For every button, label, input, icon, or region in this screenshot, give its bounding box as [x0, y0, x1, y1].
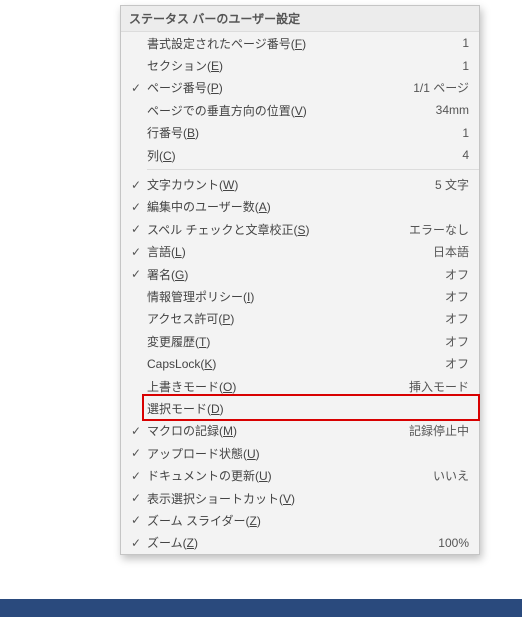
app-footer-stripe [0, 599, 522, 617]
menu-item-value: オフ [445, 355, 469, 372]
menu-item-label: ズーム スライダー(Z) [147, 512, 469, 529]
menu-item[interactable]: ✓アップロード状態(U) [121, 442, 479, 464]
menu-item[interactable]: ✓ドキュメントの更新(U)いいえ [121, 464, 479, 486]
check-icon: ✓ [125, 424, 147, 438]
menu-item[interactable]: ✓言語(L)日本語 [121, 241, 479, 263]
menu-item-label: 行番号(B) [147, 124, 462, 141]
menu-item-value: オフ [445, 310, 469, 327]
menu-item[interactable]: ✓編集中のユーザー数(A) [121, 196, 479, 218]
menu-item-label: アクセス許可(P) [147, 310, 445, 327]
menu-item-label: ドキュメントの更新(U) [147, 467, 433, 484]
menu-item-label: 署名(G) [147, 266, 445, 283]
menu-title: ステータス バーのユーザー設定 [121, 6, 479, 32]
menu-item-value: いいえ [433, 467, 469, 484]
check-icon: ✓ [125, 536, 147, 550]
menu-item[interactable]: 変更履歴(T)オフ [121, 330, 479, 352]
menu-item-label: 情報管理ポリシー(I) [147, 288, 445, 305]
menu-item-label: 上書きモード(O) [147, 378, 409, 395]
menu-item[interactable]: ✓スペル チェックと文章校正(S)エラーなし [121, 218, 479, 240]
menu-item-value: オフ [445, 266, 469, 283]
menu-item-label: 選択モード(D) [147, 400, 469, 417]
menu-item[interactable]: 列(C)4 [121, 144, 479, 166]
menu-item-label: ページ番号(P) [147, 79, 413, 96]
menu-item[interactable]: ✓ズーム スライダー(Z) [121, 509, 479, 531]
menu-item-label: 変更履歴(T) [147, 333, 445, 350]
check-icon: ✓ [125, 446, 147, 460]
menu-item-label: 書式設定されたページ番号(F) [147, 35, 462, 52]
menu-item-label: セクション(E) [147, 57, 462, 74]
menu-item[interactable]: 上書きモード(O)挿入モード [121, 375, 479, 397]
menu-item-value: 挿入モード [409, 378, 469, 395]
menu-item[interactable]: 選択モード(D) [121, 397, 479, 419]
menu-item-label: 列(C) [147, 147, 462, 164]
menu-item-value: 100% [438, 536, 469, 550]
menu-item-value: 日本語 [433, 243, 469, 260]
statusbar-customize-menu: ステータス バーのユーザー設定 書式設定されたページ番号(F)1セクション(E)… [120, 5, 480, 555]
menu-item-value: 5 文字 [435, 176, 469, 193]
menu-item-value: 1/1 ページ [413, 79, 469, 96]
menu-item-label: 言語(L) [147, 243, 433, 260]
menu-separator [147, 169, 479, 170]
menu-item-value: 4 [462, 148, 469, 162]
menu-item[interactable]: CapsLock(K)オフ [121, 352, 479, 374]
check-icon: ✓ [125, 178, 147, 192]
menu-item-label: マクロの記録(M) [147, 422, 409, 439]
menu-item[interactable]: ✓表示選択ショートカット(V) [121, 487, 479, 509]
menu-item[interactable]: ✓ページ番号(P)1/1 ページ [121, 77, 479, 99]
check-icon: ✓ [125, 491, 147, 505]
menu-item-value: 1 [462, 36, 469, 50]
menu-item-value: オフ [445, 288, 469, 305]
menu-item-label: 文字カウント(W) [147, 176, 435, 193]
menu-item-label: CapsLock(K) [147, 357, 445, 371]
menu-item-value: 34mm [436, 103, 469, 117]
menu-item-value: 1 [462, 126, 469, 140]
check-icon: ✓ [125, 222, 147, 236]
menu-item-label: アップロード状態(U) [147, 445, 469, 462]
menu-item[interactable]: ページでの垂直方向の位置(V)34mm [121, 99, 479, 121]
menu-item[interactable]: ✓文字カウント(W)5 文字 [121, 173, 479, 195]
menu-item[interactable]: アクセス許可(P)オフ [121, 308, 479, 330]
check-icon: ✓ [125, 245, 147, 259]
check-icon: ✓ [125, 469, 147, 483]
menu-item-label: ズーム(Z) [147, 534, 438, 551]
menu-item-value: エラーなし [409, 221, 469, 238]
menu-item-label: ページでの垂直方向の位置(V) [147, 102, 436, 119]
menu-item-label: 編集中のユーザー数(A) [147, 198, 469, 215]
check-icon: ✓ [125, 513, 147, 527]
menu-item-value: オフ [445, 333, 469, 350]
menu-item[interactable]: ✓署名(G)オフ [121, 263, 479, 285]
menu-item-value: 1 [462, 59, 469, 73]
menu-item-value: 記録停止中 [409, 422, 469, 439]
check-icon: ✓ [125, 81, 147, 95]
menu-item[interactable]: 情報管理ポリシー(I)オフ [121, 285, 479, 307]
menu-item-label: 表示選択ショートカット(V) [147, 490, 469, 507]
check-icon: ✓ [125, 200, 147, 214]
menu-item[interactable]: ✓ズーム(Z)100% [121, 532, 479, 554]
menu-item[interactable]: セクション(E)1 [121, 54, 479, 76]
menu-item-label: スペル チェックと文章校正(S) [147, 221, 409, 238]
menu-item[interactable]: ✓マクロの記録(M)記録停止中 [121, 420, 479, 442]
menu-item[interactable]: 書式設定されたページ番号(F)1 [121, 32, 479, 54]
menu-item[interactable]: 行番号(B)1 [121, 122, 479, 144]
check-icon: ✓ [125, 267, 147, 281]
